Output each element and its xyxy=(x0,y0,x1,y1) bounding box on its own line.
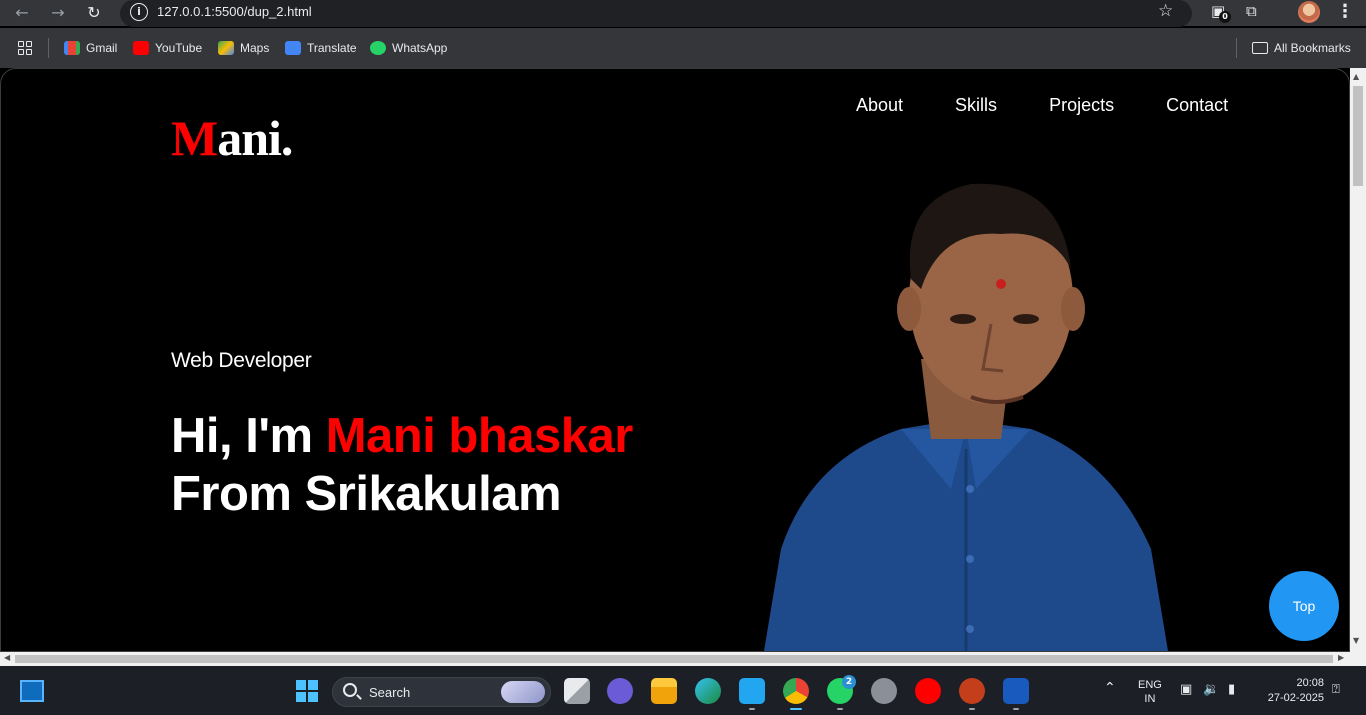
back-icon[interactable]: ← xyxy=(11,2,33,24)
bookmark-label: Gmail xyxy=(86,41,118,55)
chrome-active-indicator xyxy=(790,708,802,710)
forward-icon[interactable]: → xyxy=(47,2,69,24)
bookmarks-bar: Gmail YouTube Maps Translate WhatsApp Al… xyxy=(0,28,1366,68)
scroll-left-icon[interactable]: ◀ xyxy=(4,653,10,662)
headline-location: From Srikakulam xyxy=(171,467,562,521)
hero-headline: Hi, I'm Mani bhaskar From Srikakulam xyxy=(171,407,633,523)
browser-menu-icon[interactable]: ⋮ xyxy=(1336,1,1354,22)
nav-about[interactable]: About xyxy=(856,95,903,116)
vscode-running-indicator xyxy=(749,708,755,710)
nav-contact[interactable]: Contact xyxy=(1166,95,1228,116)
task-view-icon[interactable] xyxy=(564,678,590,704)
url-text[interactable]: 127.0.0.1:5500/dup_2.html xyxy=(157,4,312,19)
site-info-icon[interactable]: i xyxy=(130,3,148,21)
widgets-icon[interactable] xyxy=(20,680,44,702)
teams-icon[interactable] xyxy=(607,678,633,704)
battery-icon[interactable]: ▮ xyxy=(1228,682,1235,697)
start-button[interactable] xyxy=(296,680,318,702)
nav-projects[interactable]: Projects xyxy=(1049,95,1114,116)
bookmark-star-icon[interactable]: ☆ xyxy=(1158,1,1173,21)
chevron-up-icon[interactable]: ⌃ xyxy=(1104,680,1116,696)
reload-icon[interactable]: ↻ xyxy=(83,2,105,24)
bookmark-whatsapp[interactable]: WhatsApp xyxy=(370,40,447,56)
horizontal-scroll-thumb[interactable] xyxy=(15,655,1333,663)
bookmark-maps[interactable]: Maps xyxy=(218,40,269,56)
browser-toolbar: ← → ↻ i 127.0.0.1:5500/dup_2.html ☆ ▣ 0 … xyxy=(0,0,1366,27)
vertical-scrollbar[interactable]: ▲ ▼ xyxy=(1350,68,1366,652)
language-code: ENG xyxy=(1138,679,1162,691)
headline-name: Mani bhaskar xyxy=(325,409,634,463)
bookmark-label: Translate xyxy=(307,41,357,55)
taskbar: Search 2 ⌃ ENG IN ▣ 🔉 ▮ 20:08 27-02-2025… xyxy=(0,666,1366,715)
gmail-icon xyxy=(64,41,80,55)
site-logo[interactable]: Mani. xyxy=(171,109,293,167)
youtube-taskbar-icon[interactable] xyxy=(915,678,941,704)
search-icon xyxy=(343,683,357,697)
translate-icon xyxy=(285,41,301,55)
search-highlight-icon xyxy=(501,681,545,703)
scroll-right-icon[interactable]: ▶ xyxy=(1338,653,1344,662)
word-running-indicator xyxy=(1013,708,1019,710)
youtube-icon xyxy=(133,41,149,55)
horizontal-scrollbar[interactable]: ◀ ▶ xyxy=(0,652,1366,666)
extensions-puzzle-icon[interactable]: ⧉ xyxy=(1246,2,1257,20)
word-icon[interactable] xyxy=(1003,678,1029,704)
apps-grid-icon[interactable] xyxy=(18,41,32,55)
chrome-icon[interactable] xyxy=(783,678,809,704)
clock-time: 20:08 xyxy=(1296,677,1324,689)
extension-badge: 0 xyxy=(1219,11,1231,23)
whatsapp-icon xyxy=(370,41,386,55)
bookmarks-divider xyxy=(1236,38,1237,58)
network-icon[interactable]: ▣ xyxy=(1180,682,1192,697)
role-subtitle: Web Developer xyxy=(171,349,312,372)
search-placeholder: Search xyxy=(369,685,411,700)
bookmark-label: Maps xyxy=(240,41,270,55)
page-viewport: Mani. About Skills Projects Contact Web … xyxy=(0,68,1350,652)
hero-portrait xyxy=(764,183,1168,651)
scroll-up-icon[interactable]: ▲ xyxy=(1353,72,1359,81)
vertical-scroll-thumb[interactable] xyxy=(1353,86,1363,186)
language-indicator[interactable]: ENG IN xyxy=(1138,678,1162,706)
powerpoint-icon[interactable] xyxy=(959,678,985,704)
folder-icon xyxy=(1252,42,1268,54)
powerpoint-running-indicator xyxy=(969,708,975,710)
bookmarks-divider xyxy=(48,38,49,58)
settings-gear-icon[interactable] xyxy=(871,678,897,704)
system-clock[interactable]: 20:08 27-02-2025 xyxy=(1258,676,1324,706)
back-to-top-button[interactable]: Top xyxy=(1269,571,1339,641)
logo-rest: ani. xyxy=(217,110,293,166)
bookmark-translate[interactable]: Translate xyxy=(285,40,357,56)
notification-bell-icon[interactable]: ⍰ xyxy=(1332,682,1340,697)
volume-icon[interactable]: 🔉 xyxy=(1203,682,1219,697)
vscode-icon[interactable] xyxy=(739,678,765,704)
all-bookmarks-button[interactable]: All Bookmarks xyxy=(1252,40,1351,56)
file-explorer-icon[interactable] xyxy=(651,678,677,704)
nav-skills[interactable]: Skills xyxy=(955,95,997,116)
maps-icon xyxy=(218,41,234,55)
bookmark-gmail[interactable]: Gmail xyxy=(64,40,117,56)
taskbar-search[interactable]: Search xyxy=(332,677,551,707)
bookmark-label: WhatsApp xyxy=(392,41,448,55)
region-code: IN xyxy=(1144,693,1156,705)
clock-date: 27-02-2025 xyxy=(1267,692,1324,704)
main-nav: About Skills Projects Contact xyxy=(856,95,1228,116)
scroll-down-icon[interactable]: ▼ xyxy=(1353,636,1359,645)
all-bookmarks-label: All Bookmarks xyxy=(1274,41,1351,55)
logo-initial: M xyxy=(171,110,218,166)
headline-prefix: Hi, I'm xyxy=(171,409,326,463)
bookmark-youtube[interactable]: YouTube xyxy=(133,40,202,56)
edge-icon[interactable] xyxy=(695,678,721,704)
bookmark-label: YouTube xyxy=(155,41,203,55)
whatsapp-running-indicator xyxy=(837,708,843,710)
profile-avatar[interactable] xyxy=(1298,1,1320,23)
whatsapp-badge: 2 xyxy=(842,675,856,689)
